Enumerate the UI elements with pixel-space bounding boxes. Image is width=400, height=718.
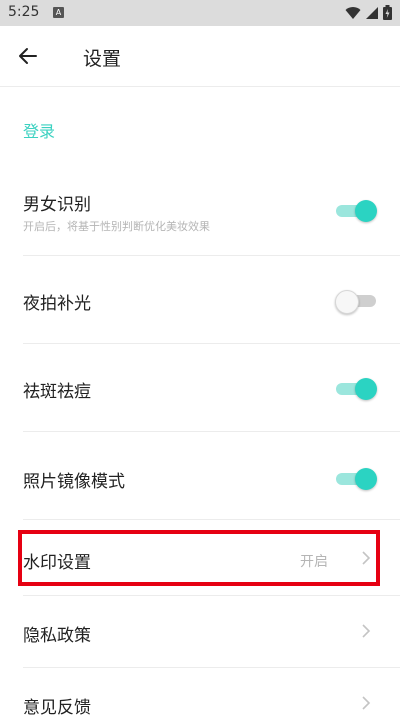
- setting-row-gender[interactable]: 男女识别 开启后，将基于性别判断优化美妆效果: [0, 168, 400, 256]
- setting-title: 意见反馈: [23, 698, 91, 718]
- toggle-thumb: [335, 290, 359, 314]
- toggle-thumb: [355, 378, 377, 400]
- setting-title: 祛斑祛痘: [23, 382, 91, 402]
- mirror-toggle[interactable]: [336, 468, 377, 490]
- setting-title: 男女识别: [23, 195, 91, 215]
- blemish-toggle[interactable]: [336, 378, 377, 400]
- setting-title: 隐私政策: [23, 626, 91, 646]
- setting-row-privacy[interactable]: 隐私政策: [0, 596, 400, 668]
- setting-title: 水印设置: [23, 553, 91, 573]
- setting-row-blemish[interactable]: 祛斑祛痘: [0, 344, 400, 432]
- battery-charging-icon: [383, 5, 392, 20]
- night-light-toggle[interactable]: [335, 290, 376, 314]
- signal-icon: [366, 6, 378, 19]
- notification-icon: A: [53, 7, 64, 18]
- chevron-right-icon: [362, 696, 371, 710]
- setting-subtitle: 开启后，将基于性别判断优化美妆效果: [23, 220, 210, 233]
- status-bar: 5:25 A: [0, 0, 400, 26]
- app-bar: 设置: [0, 26, 400, 87]
- setting-row-watermark[interactable]: 水印设置 开启: [0, 520, 400, 596]
- chevron-right-icon: [362, 551, 371, 565]
- arrow-left-icon[interactable]: [16, 44, 40, 68]
- setting-title: 照片镜像模式: [23, 472, 125, 492]
- toggle-thumb: [355, 468, 377, 490]
- page-title: 设置: [83, 48, 122, 70]
- wifi-icon: [345, 6, 361, 19]
- toggle-thumb: [355, 200, 377, 222]
- setting-row-night-light[interactable]: 夜拍补光: [0, 256, 400, 344]
- status-icons: [345, 5, 392, 20]
- gender-toggle[interactable]: [336, 200, 377, 222]
- setting-value: 开启: [300, 554, 328, 570]
- setting-title: 夜拍补光: [23, 294, 91, 314]
- chevron-right-icon: [362, 624, 371, 638]
- setting-row-mirror[interactable]: 照片镜像模式: [0, 432, 400, 520]
- setting-row-feedback[interactable]: 意见反馈: [0, 668, 400, 718]
- section-header-login: 登录: [23, 122, 56, 141]
- status-time: 5:25: [8, 4, 40, 20]
